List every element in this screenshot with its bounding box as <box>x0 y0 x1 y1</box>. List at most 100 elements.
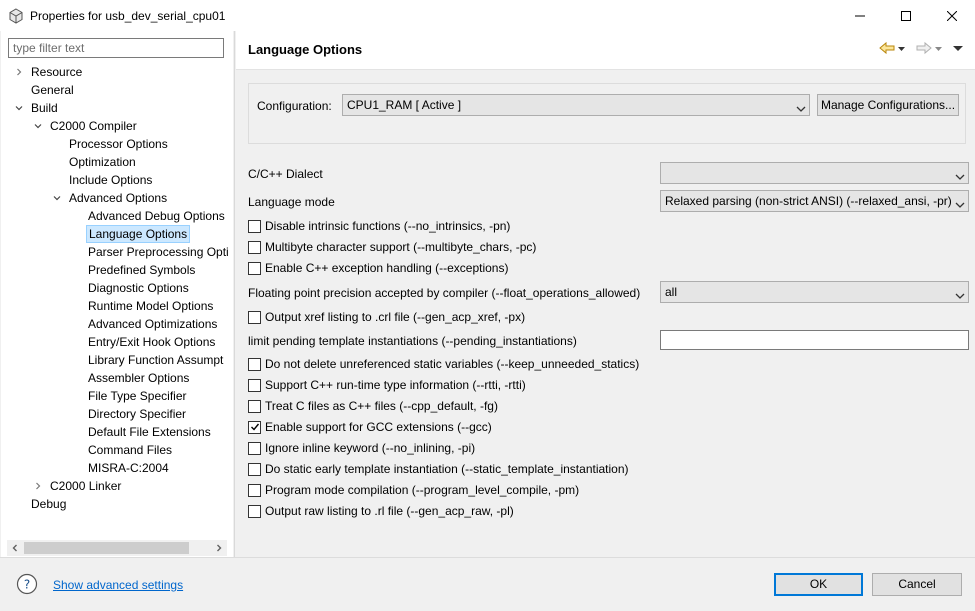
checkbox[interactable] <box>248 378 261 392</box>
tree-item[interactable]: Build <box>13 99 60 117</box>
forward-arrow-icon[interactable] <box>916 41 932 55</box>
manage-configurations-button[interactable]: Manage Configurations... <box>817 94 959 116</box>
configuration-select[interactable]: CPU1_RAM [ Active ] <box>342 94 810 116</box>
fp-precision-label: Floating point precision accepted by com… <box>248 286 641 300</box>
pane-divider[interactable] <box>234 31 235 557</box>
tree-item[interactable]: General <box>13 81 76 99</box>
filter-input[interactable] <box>8 38 224 58</box>
tree-item-label: Default File Extensions <box>88 425 211 439</box>
tree-item[interactable]: MISRA-C:2004 <box>70 459 171 477</box>
tree-item[interactable]: Optimization <box>51 153 138 171</box>
option-checkbox-row[interactable]: Ignore inline keyword (--no_inlining, -p… <box>248 440 475 456</box>
help-icon[interactable]: ? <box>16 573 38 595</box>
scroll-right-icon[interactable] <box>211 540 227 556</box>
checkbox[interactable] <box>248 462 261 476</box>
ok-button[interactable]: OK <box>774 573 863 596</box>
maximize-button[interactable] <box>883 0 929 31</box>
tree-item[interactable]: Resource <box>13 63 84 81</box>
tree-item[interactable]: Processor Options <box>51 135 170 153</box>
checkbox[interactable] <box>248 219 261 233</box>
back-dropdown-icon[interactable] <box>897 44 906 53</box>
option-checkbox-label: Ignore inline keyword (--no_inlining, -p… <box>265 441 476 455</box>
tree-item[interactable]: Library Function Assumpt <box>70 351 225 369</box>
checkbox[interactable] <box>248 310 261 324</box>
option-checkbox-row[interactable]: Disable intrinsic functions (--no_intrin… <box>248 218 510 234</box>
tree-item[interactable]: Default File Extensions <box>70 423 213 441</box>
tree-item-label: Runtime Model Options <box>88 299 214 313</box>
tree-item[interactable]: Command Files <box>70 441 174 459</box>
tree-item-label: Predefined Symbols <box>88 263 196 277</box>
chevron-right-icon[interactable] <box>13 63 25 81</box>
scroll-thumb[interactable] <box>24 542 189 554</box>
tree-item[interactable]: Include Options <box>51 171 154 189</box>
tree-item[interactable]: File Type Specifier <box>70 387 189 405</box>
minimize-button[interactable] <box>837 0 883 31</box>
option-checkbox-row[interactable]: Enable C++ exception handling (--excepti… <box>248 260 508 276</box>
scroll-left-icon[interactable] <box>7 540 23 556</box>
tree-item[interactable]: Advanced Optimizations <box>70 315 219 333</box>
tree-item[interactable]: Directory Specifier <box>70 405 188 423</box>
title-bar: Properties for usb_dev_serial_cpu01 <box>0 0 975 31</box>
tree-item[interactable]: Debug <box>13 495 68 513</box>
checkbox[interactable] <box>248 483 261 497</box>
tree-item-label: Assembler Options <box>88 371 190 385</box>
tree-item-label: Optimization <box>69 155 136 169</box>
option-checkbox-row[interactable]: Program mode compilation (--program_leve… <box>248 482 579 498</box>
option-checkbox-label: Treat C files as C++ files (--cpp_defaul… <box>265 399 498 413</box>
tree-item[interactable]: Advanced Debug Options <box>70 207 227 225</box>
tree-item[interactable]: Assembler Options <box>70 369 191 387</box>
tree-horizontal-scrollbar[interactable] <box>7 540 227 556</box>
option-checkbox-row[interactable]: Treat C files as C++ files (--cpp_defaul… <box>248 398 498 414</box>
tree-item[interactable]: Runtime Model Options <box>70 297 215 315</box>
pending-instantiations-label: limit pending template instantiations (-… <box>248 334 577 348</box>
checkbox-checked[interactable] <box>248 420 261 434</box>
tree-item-label: General <box>31 83 74 97</box>
view-menu-icon[interactable] <box>953 44 963 53</box>
checkbox[interactable] <box>248 441 261 455</box>
tree-item[interactable]: Parser Preprocessing Opti <box>70 243 231 261</box>
tree-item[interactable]: Advanced Options <box>51 189 169 207</box>
pending-instantiations-input[interactable] <box>660 330 969 350</box>
tree-item[interactable]: Language Options <box>70 225 191 243</box>
chevron-down-icon[interactable] <box>13 99 25 117</box>
option-checkbox-row[interactable]: Do static early template instantiation (… <box>248 461 629 477</box>
forward-dropdown-icon[interactable] <box>934 44 943 53</box>
fp-precision-select[interactable]: all <box>660 281 969 303</box>
fp-precision-value: all <box>665 285 678 299</box>
option-checkbox-row[interactable]: Multibyte character support (--multibyte… <box>248 239 536 255</box>
tree-item-label: Language Options <box>86 225 191 243</box>
checkbox[interactable] <box>248 399 261 413</box>
tree-item[interactable]: Predefined Symbols <box>70 261 197 279</box>
chevron-down-icon[interactable] <box>51 189 63 207</box>
configuration-label: Configuration: <box>257 99 332 113</box>
cancel-button[interactable]: Cancel <box>872 573 962 596</box>
tree-item[interactable]: C2000 Linker <box>32 477 123 495</box>
header-separator <box>236 69 975 70</box>
tree-item[interactable]: C2000 Compiler <box>32 117 139 135</box>
language-mode-select[interactable]: Relaxed parsing (non-strict ANSI) (--rel… <box>660 190 969 212</box>
tree-item-label: MISRA-C:2004 <box>88 461 169 475</box>
option-checkbox-row[interactable]: Output xref listing to .crl file (--gen_… <box>248 309 525 325</box>
checkbox[interactable] <box>248 504 261 518</box>
checkbox[interactable] <box>248 240 261 254</box>
svg-text:?: ? <box>24 578 30 592</box>
options-pane: Language Options Configuration: CPU1_RAM… <box>236 31 975 557</box>
back-arrow-icon[interactable] <box>879 41 895 55</box>
close-button[interactable] <box>929 0 975 31</box>
tree-item[interactable]: Diagnostic Options <box>70 279 191 297</box>
option-checkbox-row[interactable]: Do not delete unreferenced static variab… <box>248 356 639 372</box>
show-advanced-settings-link[interactable]: Show advanced settings <box>53 578 183 592</box>
tree-item[interactable]: Entry/Exit Hook Options <box>70 333 217 351</box>
checkbox[interactable] <box>248 261 261 275</box>
checkbox[interactable] <box>248 357 261 371</box>
option-checkbox-row[interactable]: Support C++ run-time type information (-… <box>248 377 526 393</box>
option-checkbox-row[interactable]: Output raw listing to .rl file (--gen_ac… <box>248 503 514 519</box>
dialect-select[interactable] <box>660 162 969 184</box>
option-checkbox-row[interactable]: Enable support for GCC extensions (--gcc… <box>248 419 492 435</box>
chevron-down-icon[interactable] <box>32 117 44 135</box>
chevron-right-icon[interactable] <box>32 477 44 495</box>
